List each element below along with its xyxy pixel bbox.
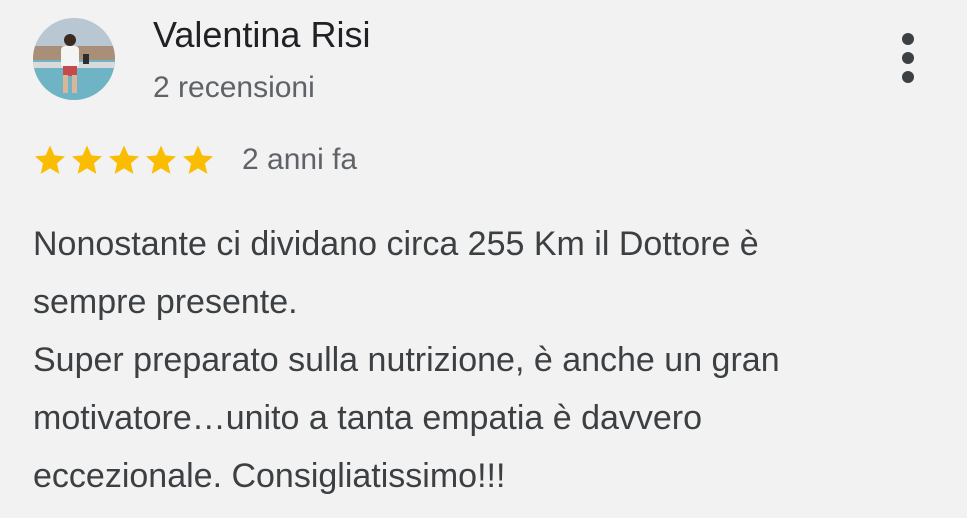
review-text-line: sempre presente. xyxy=(33,283,298,321)
rating-row: 2 anni fa xyxy=(33,140,357,180)
more-vert-icon xyxy=(902,33,914,83)
star-icon xyxy=(34,145,66,174)
review-text: Nonostante ci dividano circa 255 Km il D… xyxy=(33,215,953,505)
review-card: Valentina Risi 2 recensioni 2 anni fa No… xyxy=(0,0,967,518)
star-icon xyxy=(145,145,177,174)
review-text-line: Super preparato sulla nutrizione, è anch… xyxy=(33,341,780,379)
avatar-photo-icon xyxy=(33,18,115,100)
review-text-line: Nonostante ci dividano circa 255 Km il D… xyxy=(33,225,759,263)
review-text-line: eccezionale. Consigliatissimo!!! xyxy=(33,457,506,495)
star-icon xyxy=(71,145,103,174)
star-icon xyxy=(108,145,140,174)
star-icon xyxy=(182,145,214,174)
star-rating xyxy=(33,143,215,177)
review-text-line: motivatore…unito a tanta empatia è davve… xyxy=(33,399,703,437)
more-options-button[interactable] xyxy=(888,30,928,92)
author-review-count[interactable]: 2 recensioni xyxy=(153,70,315,106)
review-date: 2 anni fa xyxy=(242,143,358,176)
author-name[interactable]: Valentina Risi xyxy=(153,14,370,56)
author-avatar[interactable] xyxy=(33,18,115,100)
